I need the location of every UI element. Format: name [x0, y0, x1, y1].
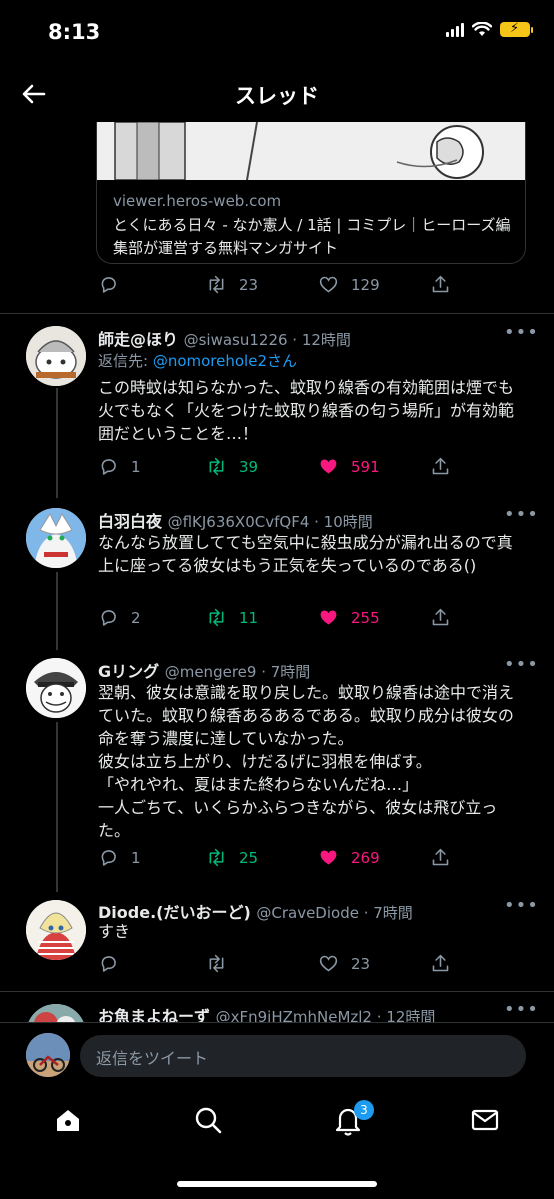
reply-icon: [101, 850, 116, 866]
link-card-image: [97, 122, 525, 181]
reply-count: 1: [131, 457, 141, 476]
battery-icon: ⚡: [500, 21, 533, 37]
link-card-domain: viewer.heros-web.com: [113, 192, 282, 210]
more-options-icon[interactable]: •••: [504, 999, 539, 1020]
more-options-icon[interactable]: •••: [504, 895, 539, 916]
like-button[interactable]: 591: [318, 456, 380, 477]
notifications-badge: 3: [354, 1100, 374, 1120]
status-time: 8:13: [48, 20, 101, 44]
like-button[interactable]: 129: [318, 274, 380, 295]
like-count: 591: [351, 457, 380, 476]
thread-line: [56, 722, 58, 892]
retweet-count: 11: [239, 608, 259, 627]
reply-count: 2: [131, 608, 141, 627]
tweet-text: 翌朝、彼女は意識を取り戻した。蚊取り線香は途中で消えていた。蚊取り線香あるあるで…: [98, 683, 515, 840]
thread-line: [56, 388, 58, 498]
tweet-text: すき: [98, 922, 131, 941]
link-card-title: とくにある日々 - なか憲人 / 1話 | コミプレ｜ヒーローズ編集部が運営する…: [113, 216, 511, 257]
reply-to-prefix: 返信先:: [98, 352, 153, 370]
retweet-icon: [209, 608, 224, 627]
author-name: Gリング: [98, 662, 160, 681]
retweet-button[interactable]: 39: [206, 456, 258, 477]
share-icon: [432, 954, 449, 972]
reply-button[interactable]: 2: [98, 607, 141, 628]
heart-filled-icon: [320, 459, 337, 474]
signal-icon: [446, 22, 464, 37]
retweet-count: 25: [239, 848, 259, 867]
author-name: 師走@ほり: [98, 330, 179, 349]
like-count: 255: [351, 608, 380, 627]
share-button[interactable]: [430, 847, 451, 868]
retweet-count: 39: [239, 457, 259, 476]
divider: [0, 313, 554, 314]
reply-button[interactable]: [98, 274, 119, 295]
reply-button[interactable]: 1: [98, 847, 141, 868]
like-button[interactable]: 23: [318, 953, 370, 974]
retweet-icon: [209, 457, 224, 476]
reply-icon: [101, 277, 116, 293]
avatar[interactable]: [26, 900, 86, 960]
home-indicator: [177, 1181, 377, 1187]
more-options-icon[interactable]: •••: [504, 504, 539, 525]
my-avatar[interactable]: [26, 1033, 70, 1077]
retweet-icon: [209, 275, 224, 294]
more-options-icon[interactable]: •••: [504, 654, 539, 675]
tweet-author[interactable]: 師走@ほり @siwasu1226 · 12時間: [98, 326, 351, 350]
heart-filled-icon: [320, 850, 337, 865]
avatar[interactable]: [26, 326, 86, 386]
more-options-icon[interactable]: •••: [504, 322, 539, 343]
like-count: 269: [351, 848, 380, 867]
avatar[interactable]: [26, 508, 86, 568]
share-button[interactable]: [430, 607, 451, 628]
like-count: 23: [351, 954, 371, 973]
reply-icon: [101, 610, 116, 626]
author-name: 白羽白夜: [98, 512, 163, 531]
home-icon[interactable]: [48, 1100, 88, 1140]
heart-icon: [319, 955, 338, 972]
heart-filled-icon: [320, 610, 337, 625]
like-button[interactable]: 255: [318, 607, 380, 628]
share-button[interactable]: [430, 274, 451, 295]
avatar[interactable]: [26, 658, 86, 718]
reply-input[interactable]: 返信をツイート: [80, 1035, 526, 1077]
wifi-icon: [472, 22, 492, 36]
tweet-author[interactable]: 白羽白夜 @flKJ636X0CvfQF4 · 10時間: [98, 508, 373, 532]
author-handle: @flKJ636X0CvfQF4 · 10時間: [167, 513, 373, 531]
tweet-author[interactable]: Gリング @mengere9 · 7時間: [98, 658, 310, 682]
like-count: 129: [351, 275, 380, 294]
divider: [0, 991, 554, 992]
reply-count: 1: [131, 848, 141, 867]
retweet-count: 23: [239, 275, 259, 294]
share-button[interactable]: [430, 456, 451, 477]
share-button[interactable]: [430, 953, 451, 974]
status-icons: ⚡: [446, 21, 533, 37]
share-icon: [432, 275, 449, 293]
reply-icon: [101, 956, 116, 972]
retweet-button[interactable]: [206, 953, 239, 974]
messages-icon[interactable]: [465, 1100, 505, 1140]
author-handle: @siwasu1226 · 12時間: [183, 331, 351, 349]
search-icon[interactable]: [188, 1100, 228, 1140]
page-title: スレッド: [235, 84, 319, 108]
retweet-button[interactable]: 11: [206, 607, 258, 628]
retweet-button[interactable]: 25: [206, 847, 258, 868]
link-card[interactable]: viewer.heros-web.com とくにある日々 - なか憲人 / 1話…: [96, 122, 526, 264]
reply-button[interactable]: [98, 953, 131, 974]
tweet-text: この時蚊は知らなかった、蚊取り線香の有効範囲は煙でも火でもなく「火をつけた蚊取り…: [98, 378, 515, 443]
reply-to-link[interactable]: @nomorehole2さん: [153, 352, 297, 370]
share-icon: [432, 608, 449, 626]
share-icon: [432, 457, 449, 475]
thread-line: [56, 572, 58, 650]
like-button[interactable]: 269: [318, 847, 380, 868]
tweet-text: なんなら放置してても空気中に殺虫成分が漏れ出るので真上に座ってる彼女はもう正気を…: [98, 533, 513, 575]
reply-button[interactable]: 1: [98, 456, 141, 477]
reply-to-line: 返信先: @nomorehole2さん: [98, 350, 297, 371]
heart-icon: [319, 276, 338, 293]
retweet-button[interactable]: 23: [206, 274, 258, 295]
share-icon: [432, 848, 449, 866]
author-handle: @mengere9 · 7時間: [164, 663, 311, 681]
retweet-icon: [209, 848, 224, 867]
reply-icon: [101, 459, 116, 475]
retweet-icon: [209, 954, 224, 973]
